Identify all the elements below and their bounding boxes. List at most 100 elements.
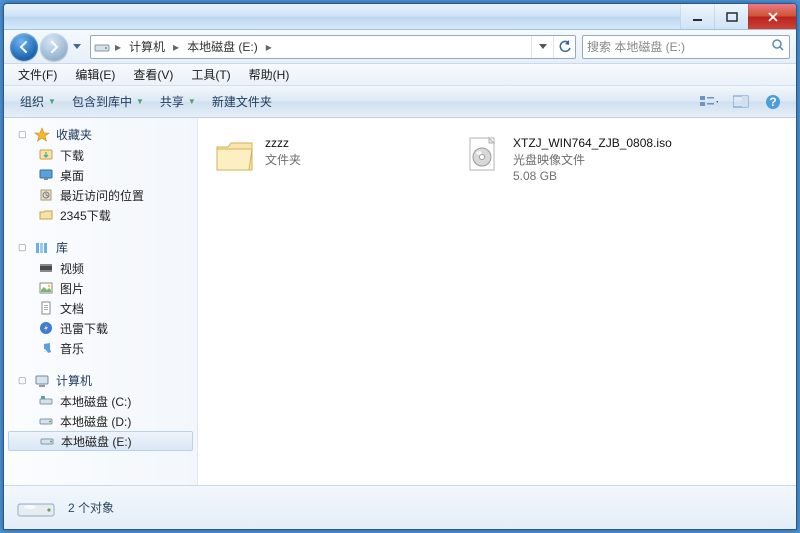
thunder-icon [38, 320, 54, 336]
file-type: 文件夹 [265, 151, 301, 168]
help-button[interactable]: ? [758, 91, 788, 113]
nav-group-favorites: ▢收藏夹 下载 桌面 最近访问的位置 2345下载 [4, 124, 197, 225]
desktop-icon [38, 167, 54, 183]
back-arrow-icon [17, 40, 31, 54]
sidebar-item-drive-d[interactable]: 本地磁盘 (D:) [4, 411, 197, 431]
body: ▢收藏夹 下载 桌面 最近访问的位置 2345下载 ▢库 视频 图片 文档 迅雷… [4, 118, 796, 485]
nav-group-libraries: ▢库 视频 图片 文档 迅雷下载 音乐 [4, 237, 197, 358]
minimize-icon [692, 11, 704, 23]
nav-buttons [10, 33, 84, 61]
title-bar[interactable] [4, 4, 796, 30]
maximize-icon [726, 11, 738, 23]
breadcrumb-sep: ▸ [173, 40, 179, 54]
drive-icon [39, 433, 55, 449]
recent-icon [38, 187, 54, 203]
share-button[interactable]: 共享▼ [152, 90, 204, 113]
drive-icon [38, 413, 54, 429]
view-button[interactable] [694, 91, 724, 113]
download-icon [38, 147, 54, 163]
organize-button[interactable]: 组织▼ [12, 90, 64, 113]
iso-icon [461, 134, 505, 178]
sidebar-item-downloads[interactable]: 下载 [4, 145, 197, 165]
navigation-pane[interactable]: ▢收藏夹 下载 桌面 最近访问的位置 2345下载 ▢库 视频 图片 文档 迅雷… [4, 118, 198, 485]
refresh-icon [558, 40, 572, 54]
refresh-button[interactable] [553, 36, 575, 58]
nav-header-libraries[interactable]: ▢库 [4, 237, 197, 258]
include-in-library-button[interactable]: 包含到库中▼ [64, 90, 152, 113]
chevron-down-icon: ▼ [136, 97, 144, 106]
library-icon [34, 240, 50, 256]
forward-arrow-icon [47, 40, 61, 54]
file-list[interactable]: zzzz 文件夹 XTZJ_WIN764_ZJB_0808.iso 光盘映像文件… [198, 118, 796, 485]
address-dropdown-button[interactable] [531, 36, 553, 58]
collapse-icon: ▢ [18, 129, 28, 140]
breadcrumb-segment[interactable]: 计算机 [125, 36, 169, 57]
drive-icon [91, 40, 113, 54]
chevron-down-icon: ▼ [48, 97, 56, 106]
drive-large-icon [16, 493, 56, 523]
breadcrumb-segment[interactable]: 本地磁盘 (E:) [183, 36, 262, 57]
address-bar[interactable]: ▸ 计算机 ▸ 本地磁盘 (E:) ▸ [90, 35, 576, 59]
sidebar-item-videos[interactable]: 视频 [4, 258, 197, 278]
sidebar-item-documents[interactable]: 文档 [4, 298, 197, 318]
file-name: zzzz [265, 136, 301, 150]
breadcrumb-sep: ▸ [115, 40, 121, 54]
folder-icon [38, 207, 54, 223]
sidebar-item-thunder[interactable]: 迅雷下载 [4, 318, 197, 338]
nav-header-favorites[interactable]: ▢收藏夹 [4, 124, 197, 145]
maximize-button[interactable] [714, 4, 748, 29]
computer-icon [34, 373, 50, 389]
music-icon [38, 340, 54, 356]
file-item-folder[interactable]: zzzz 文件夹 [206, 130, 446, 186]
search-icon [771, 38, 785, 55]
menu-tools[interactable]: 工具(T) [183, 64, 238, 85]
sidebar-item-desktop[interactable]: 桌面 [4, 165, 197, 185]
close-icon [767, 11, 779, 23]
search-box[interactable]: 搜索 本地磁盘 (E:) [582, 35, 790, 59]
file-type: 光盘映像文件 [513, 151, 672, 168]
collapse-icon: ▢ [18, 242, 28, 253]
search-placeholder: 搜索 本地磁盘 (E:) [587, 38, 685, 55]
document-icon [38, 300, 54, 316]
nav-header-computer[interactable]: ▢计算机 [4, 370, 197, 391]
nav-group-computer: ▢计算机 本地磁盘 (C:) 本地磁盘 (D:) 本地磁盘 (E:) [4, 370, 197, 451]
breadcrumb[interactable]: ▸ 计算机 ▸ 本地磁盘 (E:) ▸ [113, 36, 531, 57]
menu-bar: 文件(F) 编辑(E) 查看(V) 工具(T) 帮助(H) [4, 64, 796, 86]
sidebar-item-music[interactable]: 音乐 [4, 338, 197, 358]
new-folder-button[interactable]: 新建文件夹 [204, 90, 280, 113]
explorer-window: ▸ 计算机 ▸ 本地磁盘 (E:) ▸ 搜索 本地磁盘 (E:) 文件(F) 编… [3, 3, 797, 530]
star-icon [34, 127, 50, 143]
preview-pane-button[interactable] [726, 91, 756, 113]
file-name: XTZJ_WIN764_ZJB_0808.iso [513, 136, 672, 150]
file-item-iso[interactable]: XTZJ_WIN764_ZJB_0808.iso 光盘映像文件 5.08 GB [454, 130, 694, 186]
sidebar-item-drive-c[interactable]: 本地磁盘 (C:) [4, 391, 197, 411]
menu-help[interactable]: 帮助(H) [241, 64, 298, 85]
breadcrumb-sep: ▸ [266, 40, 272, 54]
menu-view[interactable]: 查看(V) [125, 64, 181, 85]
folder-large-icon [213, 134, 257, 178]
menu-edit[interactable]: 编辑(E) [67, 64, 123, 85]
status-text: 2 个对象 [68, 499, 114, 516]
picture-icon [38, 280, 54, 296]
menu-file[interactable]: 文件(F) [10, 64, 65, 85]
command-bar: 组织▼ 包含到库中▼ 共享▼ 新建文件夹 ? [4, 86, 796, 118]
sidebar-item-2345[interactable]: 2345下载 [4, 205, 197, 225]
view-icon [700, 95, 718, 109]
svg-text:?: ? [769, 95, 776, 109]
video-icon [38, 260, 54, 276]
forward-button[interactable] [40, 33, 68, 61]
nav-history-button[interactable] [70, 37, 84, 57]
sidebar-item-recent[interactable]: 最近访问的位置 [4, 185, 197, 205]
chevron-down-icon [73, 44, 81, 50]
file-size: 5.08 GB [513, 169, 672, 183]
back-button[interactable] [10, 33, 38, 61]
close-button[interactable] [748, 4, 796, 29]
help-icon: ? [765, 94, 781, 110]
nav-row: ▸ 计算机 ▸ 本地磁盘 (E:) ▸ 搜索 本地磁盘 (E:) [4, 30, 796, 64]
chevron-down-icon: ▼ [188, 97, 196, 106]
preview-pane-icon [733, 95, 749, 109]
minimize-button[interactable] [680, 4, 714, 29]
collapse-icon: ▢ [18, 375, 28, 386]
sidebar-item-pictures[interactable]: 图片 [4, 278, 197, 298]
sidebar-item-drive-e[interactable]: 本地磁盘 (E:) [8, 431, 193, 451]
